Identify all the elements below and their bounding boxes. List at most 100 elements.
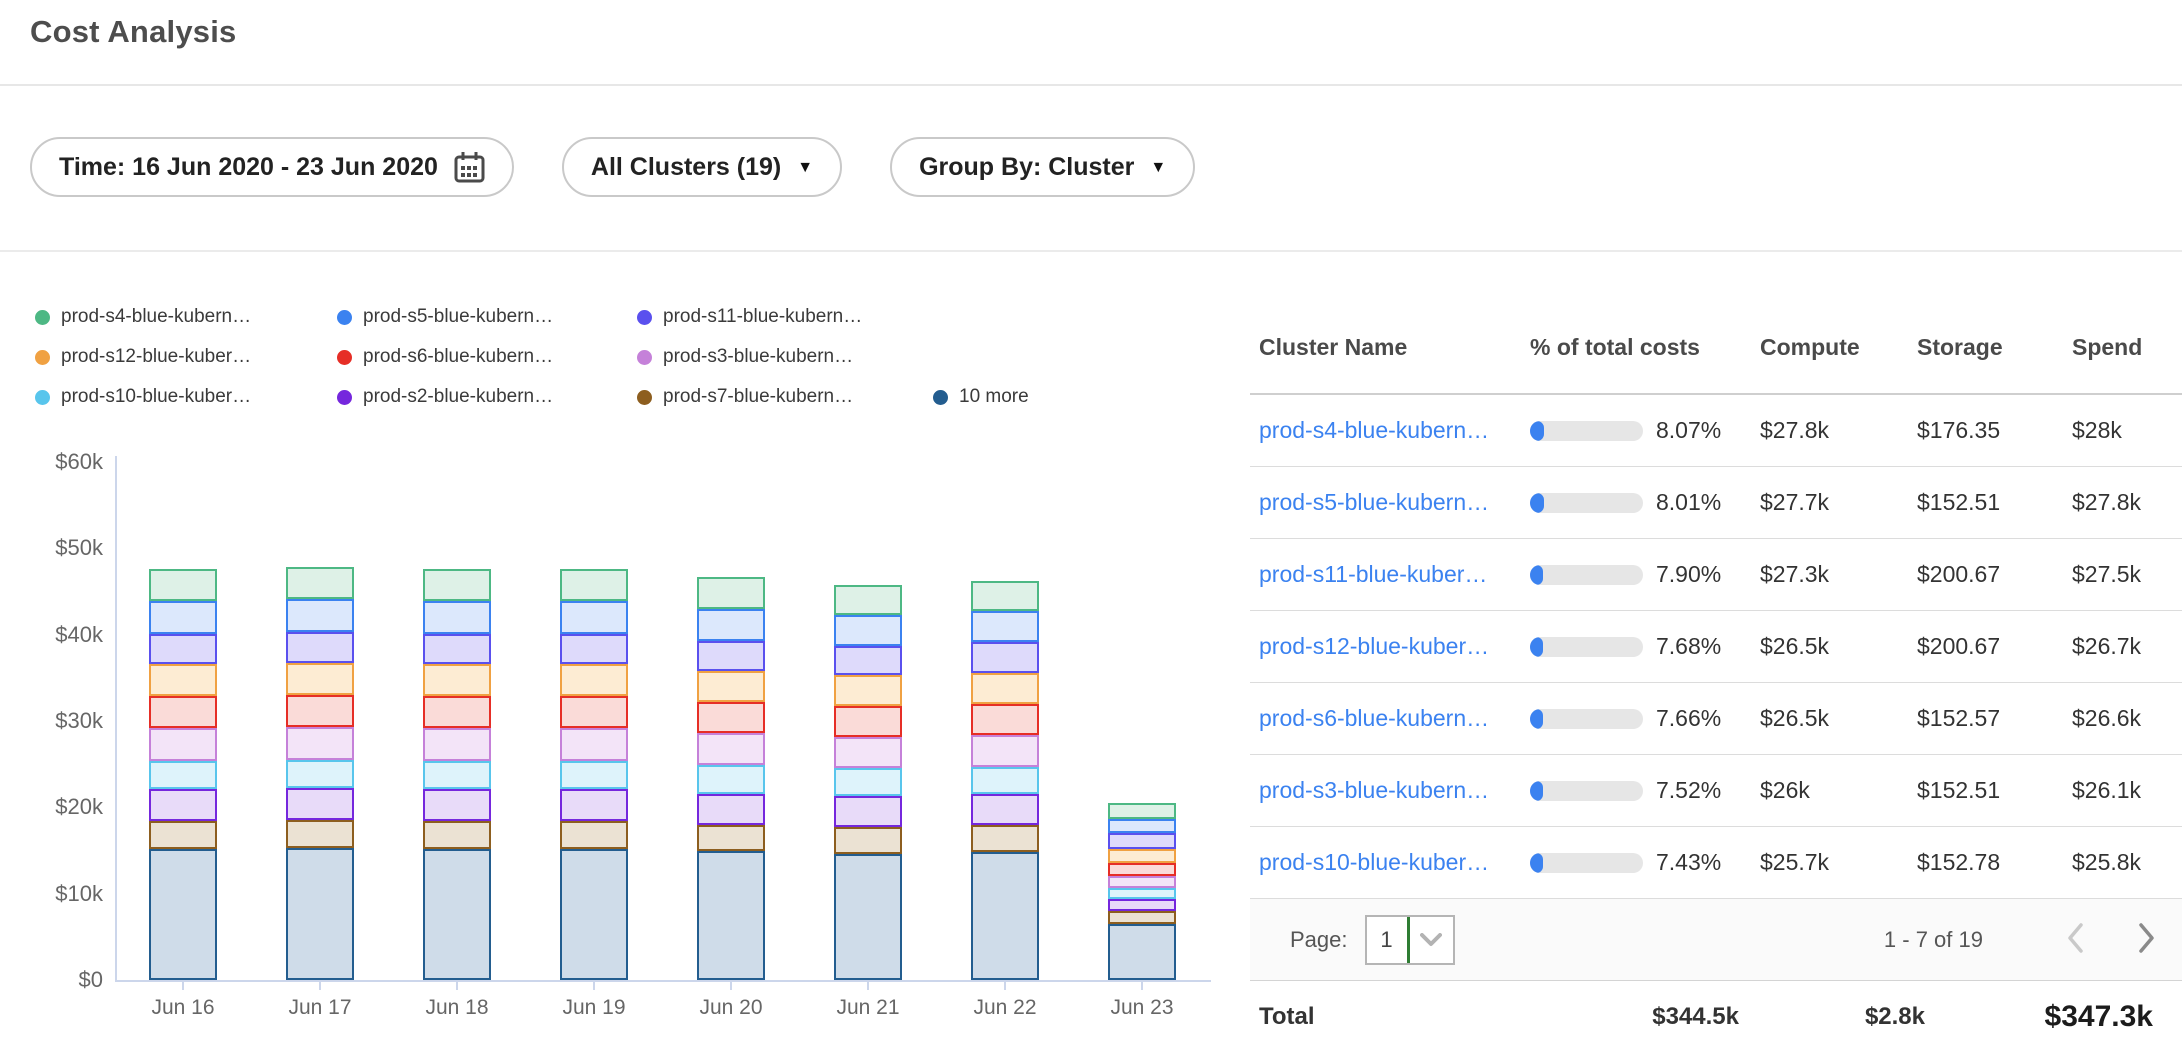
cluster-name-link[interactable]: prod-s6-blue-kubern… xyxy=(1250,705,1530,732)
cluster-name-link[interactable]: prod-s10-blue-kuber… xyxy=(1250,849,1530,876)
bar-segment[interactable] xyxy=(560,821,628,849)
total-compute: $344.5k xyxy=(1430,1003,1739,1031)
bar-segment[interactable] xyxy=(971,767,1039,795)
bar-segment[interactable] xyxy=(286,567,354,599)
bar-segment[interactable] xyxy=(834,585,902,615)
bar-segment[interactable] xyxy=(423,761,491,789)
bar-segment[interactable] xyxy=(971,673,1039,704)
bar-segment[interactable] xyxy=(423,696,491,728)
table-row: prod-s6-blue-kubern…7.66%$26.5k$152.57$2… xyxy=(1250,683,2182,755)
next-page-button[interactable] xyxy=(2137,922,2157,957)
bar-segment[interactable] xyxy=(286,727,354,760)
x-axis-tick xyxy=(319,980,321,990)
bar-segment[interactable] xyxy=(286,663,354,695)
bar-segment[interactable] xyxy=(1108,924,1176,980)
cluster-name-link[interactable]: prod-s5-blue-kubern… xyxy=(1250,489,1530,516)
bar-segment[interactable] xyxy=(423,634,491,664)
bar-segment[interactable] xyxy=(1108,849,1176,863)
bar-segment[interactable] xyxy=(149,601,217,634)
bar-segment[interactable] xyxy=(834,854,902,980)
bar-segment[interactable] xyxy=(286,632,354,663)
bar-segment[interactable] xyxy=(560,634,628,664)
bar-segment[interactable] xyxy=(149,789,217,821)
bar-segment[interactable] xyxy=(1108,863,1176,876)
bar-segment[interactable] xyxy=(560,789,628,821)
bar-segment[interactable] xyxy=(286,788,354,820)
bar-segment[interactable] xyxy=(149,634,217,664)
y-axis-tick-label: $40k xyxy=(31,622,103,648)
spend-value: $27.8k xyxy=(2072,489,2182,516)
page-select[interactable]: 1 xyxy=(1365,915,1455,965)
bar-segment[interactable] xyxy=(286,848,354,980)
bar-segment[interactable] xyxy=(1108,899,1176,911)
bar-segment[interactable] xyxy=(149,849,217,980)
bar-segment[interactable] xyxy=(971,611,1039,642)
bar-segment[interactable] xyxy=(697,851,765,980)
bar-segment[interactable] xyxy=(834,706,902,737)
bar-segment[interactable] xyxy=(834,768,902,796)
bar-segment[interactable] xyxy=(423,789,491,821)
bar-segment[interactable] xyxy=(971,581,1039,611)
bar-segment[interactable] xyxy=(834,646,902,675)
bar-segment[interactable] xyxy=(1108,888,1176,898)
cluster-name-link[interactable]: prod-s11-blue-kuber… xyxy=(1250,561,1530,588)
bar-segment[interactable] xyxy=(1108,833,1176,849)
bar-segment[interactable] xyxy=(286,695,354,727)
bar-segment[interactable] xyxy=(423,728,491,761)
bar-segment[interactable] xyxy=(834,615,902,646)
bar-segment[interactable] xyxy=(423,664,491,696)
bar-segment[interactable] xyxy=(1108,911,1176,924)
bar-segment[interactable] xyxy=(1108,876,1176,889)
bar-segment[interactable] xyxy=(560,849,628,980)
total-spend: $347.3k xyxy=(1925,1000,2182,1034)
bar-segment[interactable] xyxy=(423,601,491,634)
bar-segment[interactable] xyxy=(149,569,217,601)
bar-segment[interactable] xyxy=(971,704,1039,735)
bar-segment[interactable] xyxy=(971,825,1039,852)
y-axis-tick-label: $20k xyxy=(31,794,103,820)
bar-segment[interactable] xyxy=(971,852,1039,980)
table-row: prod-s12-blue-kuber…7.68%$26.5k$200.67$2… xyxy=(1250,611,2182,683)
bar-segment[interactable] xyxy=(971,735,1039,767)
bar-segment[interactable] xyxy=(560,728,628,761)
bar-segment[interactable] xyxy=(697,609,765,641)
bar-segment[interactable] xyxy=(697,702,765,733)
bar-segment[interactable] xyxy=(560,601,628,634)
bar-segment[interactable] xyxy=(560,761,628,789)
bar-segment[interactable] xyxy=(971,642,1039,672)
bar-segment[interactable] xyxy=(971,794,1039,825)
bar-segment[interactable] xyxy=(834,796,902,827)
bar-segment[interactable] xyxy=(560,696,628,728)
bar-segment[interactable] xyxy=(697,577,765,609)
bar-segment[interactable] xyxy=(286,760,354,788)
bar-segment[interactable] xyxy=(149,761,217,789)
bar-segment[interactable] xyxy=(423,821,491,849)
bar-segment[interactable] xyxy=(149,696,217,728)
bar-segment[interactable] xyxy=(1108,803,1176,819)
cluster-name-link[interactable]: prod-s3-blue-kubern… xyxy=(1250,777,1530,804)
bar-segment[interactable] xyxy=(834,827,902,854)
bar-segment[interactable] xyxy=(286,599,354,632)
bar-segment[interactable] xyxy=(286,820,354,848)
bar-segment[interactable] xyxy=(560,664,628,696)
bar-segment[interactable] xyxy=(149,821,217,849)
bar-segment[interactable] xyxy=(1108,819,1176,833)
bar-segment[interactable] xyxy=(697,794,765,825)
bar-segment[interactable] xyxy=(697,671,765,702)
bar-segment[interactable] xyxy=(697,825,765,852)
storage-value: $152.51 xyxy=(1917,777,2072,804)
pct-progress-bar xyxy=(1530,781,1643,801)
bar-segment[interactable] xyxy=(697,641,765,671)
bar-segment[interactable] xyxy=(560,569,628,601)
bar-segment[interactable] xyxy=(423,569,491,601)
prev-page-button[interactable] xyxy=(2065,922,2085,957)
bar-segment[interactable] xyxy=(834,675,902,706)
bar-segment[interactable] xyxy=(697,733,765,765)
bar-segment[interactable] xyxy=(697,765,765,793)
bar-segment[interactable] xyxy=(149,664,217,696)
cluster-name-link[interactable]: prod-s4-blue-kubern… xyxy=(1250,417,1530,444)
bar-segment[interactable] xyxy=(149,728,217,761)
bar-segment[interactable] xyxy=(423,849,491,980)
cluster-name-link[interactable]: prod-s12-blue-kuber… xyxy=(1250,633,1530,660)
bar-segment[interactable] xyxy=(834,737,902,768)
